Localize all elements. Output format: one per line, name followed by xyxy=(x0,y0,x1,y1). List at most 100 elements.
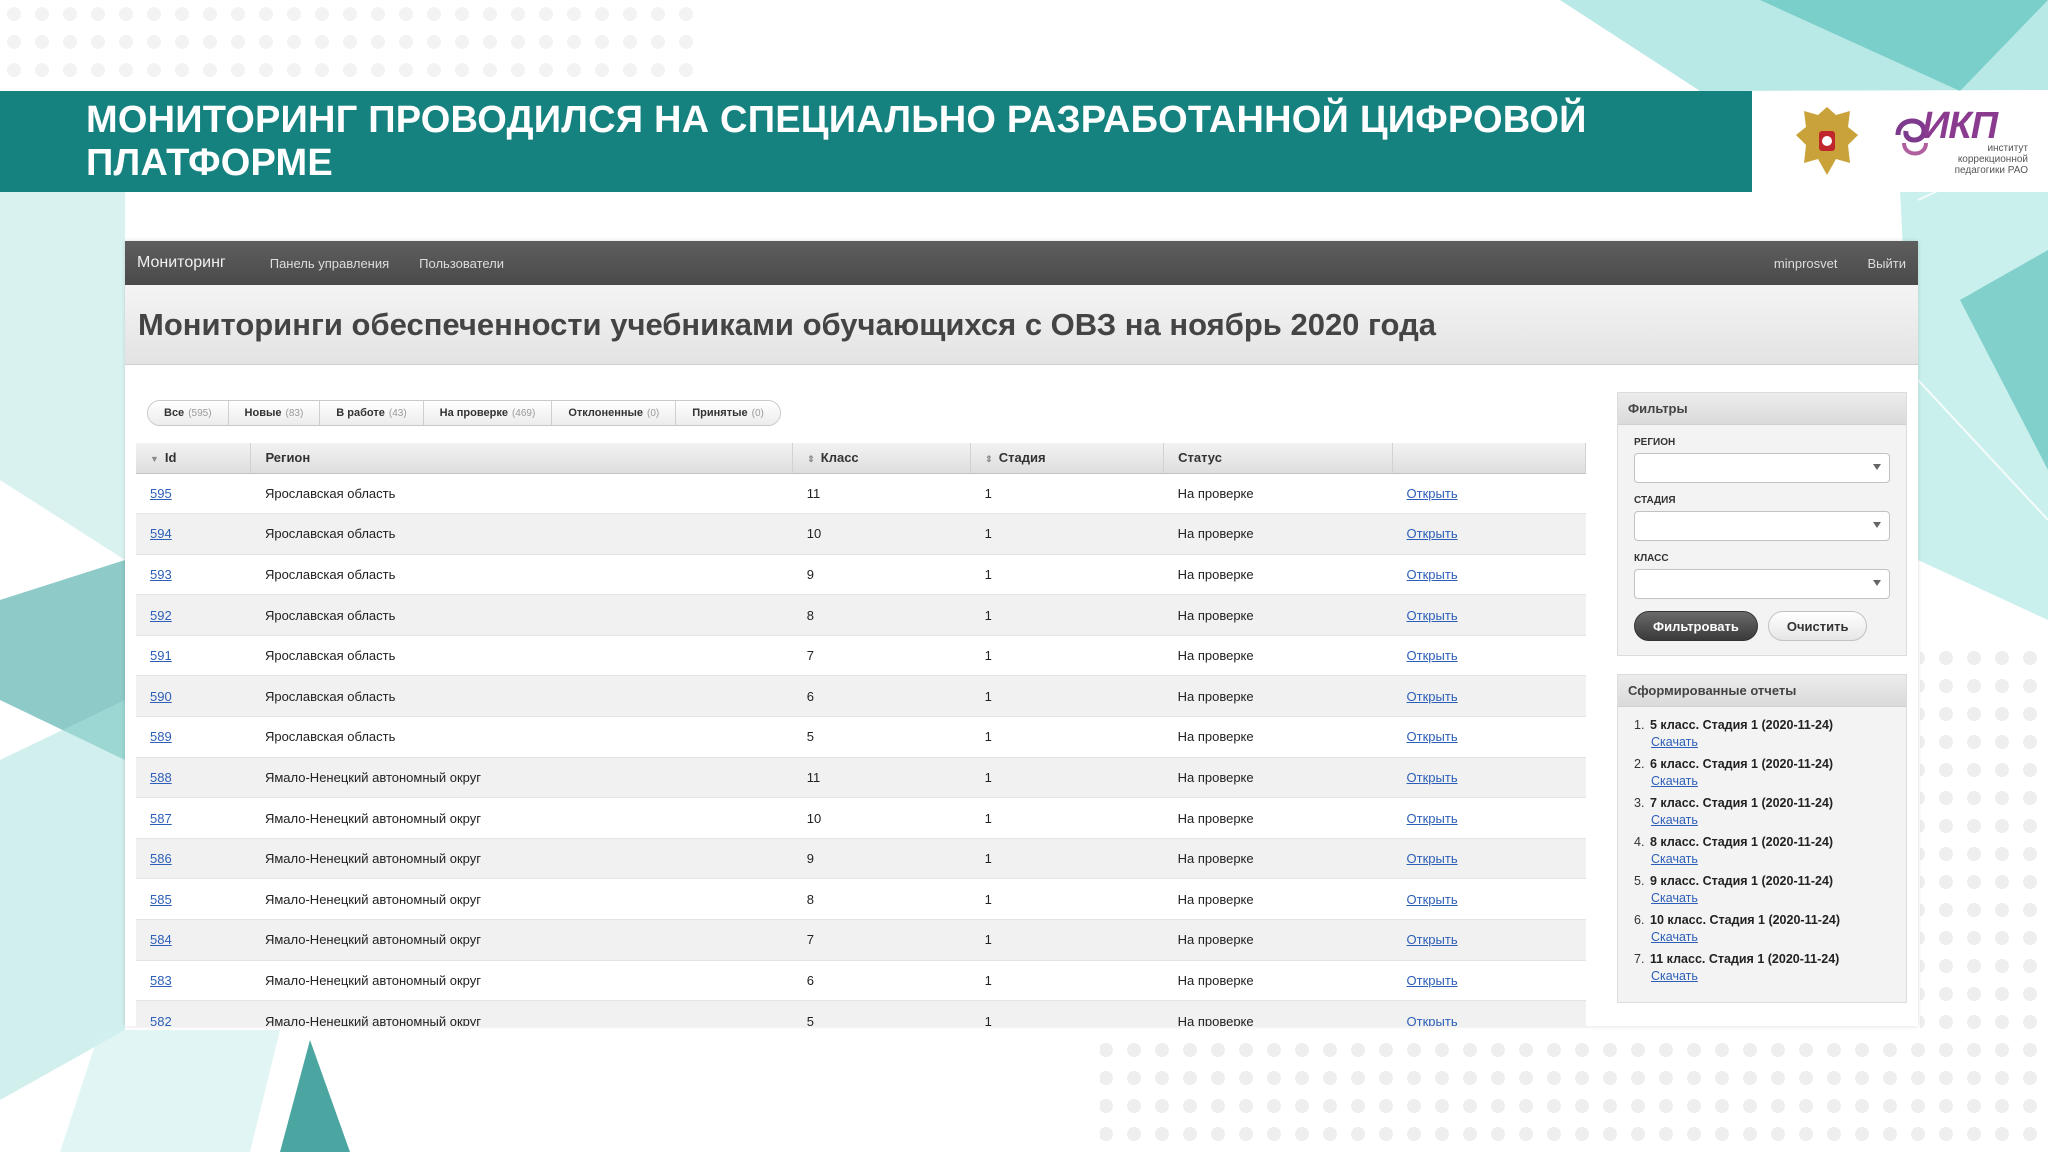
row-region: Ямало-Ненецкий автономный округ xyxy=(264,932,481,948)
row-open-link[interactable]: Открыть xyxy=(1407,486,1458,501)
table-row: 587 Ямало-Ненецкий автономный округ 10 1 На … xyxy=(136,797,1586,839)
nav-right: minprosvet Выйти xyxy=(1744,256,1906,271)
row-id-link[interactable]: 584 xyxy=(150,932,172,947)
row-open-link[interactable]: Открыть xyxy=(1407,1014,1458,1026)
tab-under-review[interactable]: На проверке (469) xyxy=(423,401,553,425)
table-cell: 8 xyxy=(792,594,971,636)
sidebar: Фильтры РЕГИОН СТАДИЯ КЛАСС Фильтровать … xyxy=(1617,392,1907,1021)
row-open-link[interactable]: Открыть xyxy=(1407,892,1458,907)
current-user-link[interactable]: minprosvet xyxy=(1774,256,1838,271)
row-class: 9 xyxy=(806,566,814,582)
row-stage: 1 xyxy=(984,891,992,907)
table-cell: На проверке xyxy=(1163,513,1393,555)
row-id-link[interactable]: 583 xyxy=(150,973,172,988)
row-id-link[interactable]: 591 xyxy=(150,648,172,663)
table-cell: Ярославская область xyxy=(250,716,793,758)
row-open-link[interactable]: Открыть xyxy=(1407,648,1458,663)
tab-all[interactable]: Все (595) xyxy=(148,401,229,425)
row-open-link[interactable]: Открыть xyxy=(1407,729,1458,744)
column-header-actions xyxy=(1392,443,1586,474)
clear-button[interactable]: Очистить xyxy=(1767,611,1868,641)
download-link[interactable]: Скачать xyxy=(1651,734,1890,751)
row-stage: 1 xyxy=(984,769,992,785)
region-label: РЕГИОН xyxy=(1634,437,1676,448)
download-link[interactable]: Скачать xyxy=(1651,773,1890,790)
table-cell: 595 xyxy=(136,473,251,515)
row-id-link[interactable]: 595 xyxy=(150,486,172,501)
row-id-link[interactable]: 588 xyxy=(150,770,172,785)
report-title: 7 класс. Стадия 1 (2020-11-24) xyxy=(1650,796,1834,810)
row-id-link[interactable]: 586 xyxy=(150,851,172,866)
row-id-link[interactable]: 589 xyxy=(150,729,172,744)
region-select[interactable] xyxy=(1634,453,1890,483)
column-header-class[interactable]: ⇕ Класс xyxy=(792,443,972,474)
row-open-link[interactable]: Открыть xyxy=(1407,608,1458,623)
download-link[interactable]: Скачать xyxy=(1651,812,1890,829)
class-select[interactable] xyxy=(1634,569,1890,599)
table-cell: На проверке xyxy=(1163,960,1393,1002)
filter-button[interactable]: Фильтровать xyxy=(1634,611,1758,641)
download-link[interactable]: Скачать xyxy=(1651,851,1890,868)
download-link[interactable]: Скачать xyxy=(1651,968,1890,985)
table-cell: Ямало-Ненецкий автономный округ xyxy=(250,960,793,1002)
row-class: 11 xyxy=(806,485,821,501)
row-class: 5 xyxy=(806,729,814,745)
column-header-stage[interactable]: ⇕ Стадия xyxy=(970,443,1165,474)
column-header-label: Класс xyxy=(820,450,859,466)
table-cell: На проверке xyxy=(1163,757,1393,799)
row-class: 6 xyxy=(806,972,814,988)
row-region: Ямало-Ненецкий автономный округ xyxy=(264,769,481,785)
row-open-link[interactable]: Открыть xyxy=(1407,526,1458,541)
row-open-link[interactable]: Открыть xyxy=(1407,973,1458,988)
nav-link-users[interactable]: Пользователи xyxy=(419,256,504,271)
tab-rejected[interactable]: Отклоненные (0) xyxy=(552,401,677,425)
column-header-label: Регион xyxy=(265,450,311,466)
row-open-link[interactable]: Открыть xyxy=(1407,851,1458,866)
logo-text: ИКП xyxy=(1922,105,1998,147)
table-row: 585 Ямало-Ненецкий автономный округ 8 1 На п… xyxy=(136,878,1586,921)
download-link[interactable]: Скачать xyxy=(1651,929,1890,946)
row-status: На проверке xyxy=(1177,607,1254,623)
row-id-link[interactable]: 587 xyxy=(150,811,172,826)
brand-link[interactable]: Мониторинг xyxy=(137,254,226,272)
row-id-link[interactable]: 590 xyxy=(150,689,172,704)
column-header-id[interactable]: ▼ Id xyxy=(136,443,252,474)
row-region: Ярославская область xyxy=(264,729,396,745)
table-cell: 9 xyxy=(792,838,971,880)
table-cell: Ямало-Ненецкий автономный округ xyxy=(250,878,793,921)
slide-title: МОНИТОРИНГ ПРОВОДИЛСЯ НА СПЕЦИАЛЬНО РАЗР… xyxy=(86,98,1587,184)
report-number: 5. xyxy=(1634,874,1645,888)
table-cell: 589 xyxy=(136,716,251,758)
tab-count: (469) xyxy=(511,407,536,419)
row-open-link[interactable]: Открыть xyxy=(1407,932,1458,947)
tab-count: (0) xyxy=(647,407,660,419)
row-class: 5 xyxy=(806,1013,814,1026)
nav-link-dashboard[interactable]: Панель управления xyxy=(270,256,389,271)
row-open-link[interactable]: Открыть xyxy=(1407,689,1458,704)
row-id-link[interactable]: 592 xyxy=(150,608,172,623)
stage-select[interactable] xyxy=(1634,511,1890,541)
tab-accepted[interactable]: Принятые (0) xyxy=(676,401,780,425)
table-cell: 11 xyxy=(792,473,971,515)
table-cell: На проверке xyxy=(1163,675,1393,718)
row-open-link[interactable]: Открыть xyxy=(1407,811,1458,826)
tab-label: Отклоненные xyxy=(568,407,644,419)
logo-subtitle: институт коррекционной педагогики РАО xyxy=(1954,143,2028,176)
row-open-link[interactable]: Открыть xyxy=(1407,567,1458,582)
row-id-link[interactable]: 593 xyxy=(150,567,172,582)
table-cell: 5 xyxy=(792,716,971,758)
row-id-link[interactable]: 585 xyxy=(150,892,172,907)
table-cell: 8 xyxy=(792,878,971,921)
table-row: 582 Ямало-Ненецкий автономный округ 5 1 На п… xyxy=(136,1000,1586,1026)
table-cell: 591 xyxy=(136,635,251,677)
list-item: 6. 10 класс. Стадия 1 (2020-11-24) Скачать xyxy=(1634,912,1890,946)
tab-in-progress[interactable]: В работе (43) xyxy=(320,401,424,425)
row-status: На проверке xyxy=(1177,891,1254,907)
row-open-link[interactable]: Открыть xyxy=(1407,770,1458,785)
row-id-link[interactable]: 594 xyxy=(150,526,172,541)
row-id-link[interactable]: 582 xyxy=(150,1014,172,1026)
download-link[interactable]: Скачать xyxy=(1651,890,1890,907)
logout-link[interactable]: Выйти xyxy=(1868,256,1907,271)
tab-new[interactable]: Новые (83) xyxy=(228,401,321,425)
row-stage: 1 xyxy=(984,972,992,988)
